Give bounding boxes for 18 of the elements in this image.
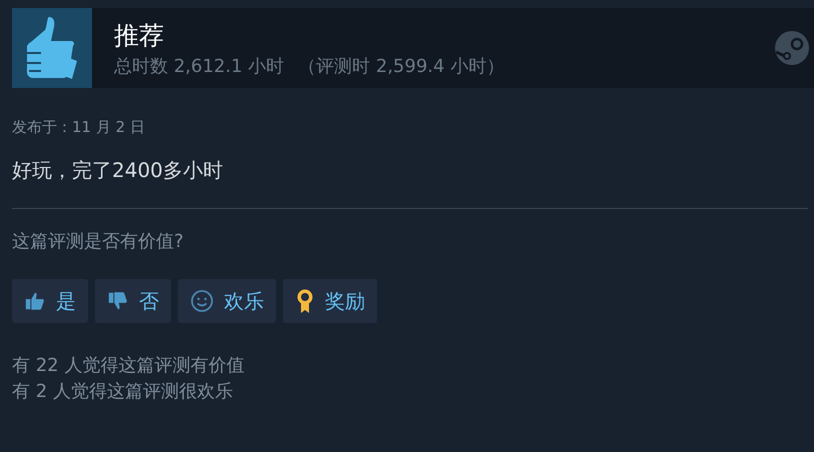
posted-date: 发布于：11 月 2 日 <box>12 118 146 137</box>
thumbs-down-icon <box>107 290 129 312</box>
review-verdict: 推荐 <box>114 20 165 52</box>
review-playtime: （评测时 2,599.4 小时） <box>298 54 504 78</box>
vote-count: 有 2 人觉得这篇评测很欢乐 <box>12 380 234 403</box>
total-playtime: 总时数 2,612.1 小时 <box>114 54 284 78</box>
award-ribbon-icon <box>295 288 315 314</box>
vote-button[interactable]: 奖励 <box>283 279 377 323</box>
vote-button[interactable]: 否 <box>95 279 171 323</box>
review-text: 好玩，完了2400多小时 <box>12 157 224 184</box>
vote-count: 有 22 人觉得这篇评测有价值 <box>12 354 246 377</box>
vote-button[interactable]: 是 <box>12 279 88 323</box>
thumbs-up-icon <box>12 8 92 88</box>
smiley-icon <box>190 289 214 313</box>
steam-logo-icon <box>774 30 810 66</box>
thumbs-up-icon <box>24 290 46 312</box>
vote-button[interactable]: 欢乐 <box>178 279 276 323</box>
helpful-prompt: 这篇评测是否有价值? <box>12 230 185 253</box>
